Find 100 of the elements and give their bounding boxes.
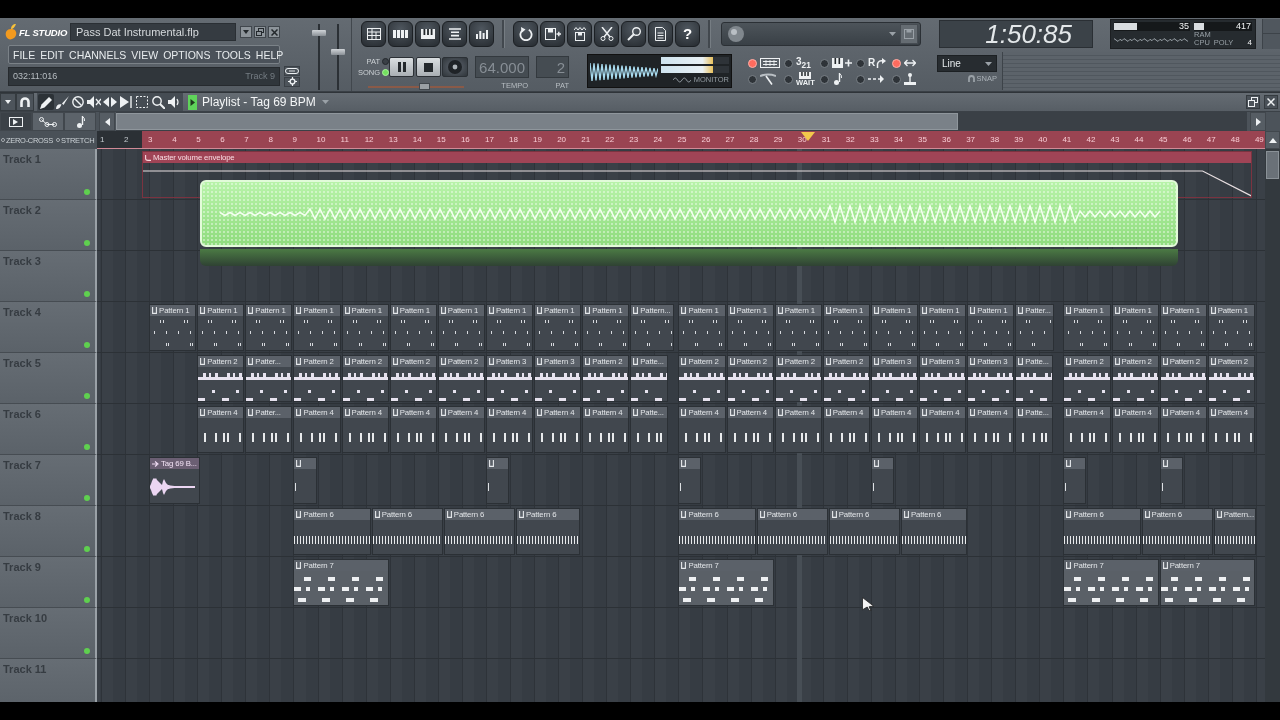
led-icon[interactable] xyxy=(84,189,90,195)
view-tab[interactable] xyxy=(0,112,32,131)
led-icon[interactable] xyxy=(84,291,90,297)
led-icon[interactable] xyxy=(84,495,90,501)
menu-item[interactable]: TOOLS xyxy=(215,48,251,61)
snap-dropdown[interactable]: Line xyxy=(937,55,997,72)
close-button[interactable] xyxy=(268,26,280,38)
bracket-icon xyxy=(1066,460,1072,467)
menu-item[interactable]: EDIT xyxy=(40,48,65,61)
pattern-clip[interactable] xyxy=(1159,457,1183,504)
led-icon[interactable] xyxy=(84,597,90,603)
snap-button[interactable] xyxy=(16,93,34,111)
tool-button[interactable] xyxy=(150,94,166,110)
double-arrow-icon xyxy=(904,59,916,67)
pause-button[interactable] xyxy=(389,57,414,77)
led-icon[interactable] xyxy=(84,240,90,246)
tool-button[interactable] xyxy=(118,94,134,110)
tool-button[interactable] xyxy=(134,94,150,110)
bar-number: 15 xyxy=(436,135,446,144)
tool-button[interactable] xyxy=(70,94,86,110)
bracket-icon xyxy=(200,358,206,365)
toolbar-button[interactable] xyxy=(594,20,619,47)
led-icon[interactable] xyxy=(84,342,90,348)
toolbar-button[interactable] xyxy=(621,20,646,47)
bracket-icon xyxy=(1018,307,1024,314)
bracket-icon xyxy=(1114,409,1120,416)
slider-thumb[interactable] xyxy=(312,30,326,36)
bar-number: 35 xyxy=(918,135,927,144)
toolbar-button[interactable] xyxy=(415,20,440,47)
menu-item[interactable]: FILE xyxy=(13,48,36,61)
tool-button[interactable] xyxy=(102,94,118,110)
menu-button[interactable] xyxy=(0,93,16,111)
bar-number: 10 xyxy=(316,135,326,144)
bracket-icon xyxy=(873,460,879,467)
playlist-grid[interactable] xyxy=(97,149,1265,702)
led-icon[interactable] xyxy=(84,546,90,552)
node-curve-icon xyxy=(39,116,57,127)
scroll-up-button[interactable] xyxy=(1265,131,1280,149)
vertical-scrollbar[interactable] xyxy=(1265,149,1280,702)
menu-item[interactable]: CHANNELS xyxy=(69,48,127,61)
toolbar-button[interactable]: ? xyxy=(675,20,700,47)
magnet-icon xyxy=(20,97,30,107)
toolbar-button[interactable] xyxy=(567,20,592,47)
bracket-icon xyxy=(681,409,687,416)
record-button[interactable] xyxy=(442,57,468,77)
disk-wave-icon xyxy=(573,26,586,41)
stop-button[interactable] xyxy=(416,57,441,77)
joystick-icon xyxy=(904,73,916,85)
toolbar-button[interactable] xyxy=(469,20,494,47)
restore-button[interactable] xyxy=(1246,95,1260,109)
toggle-button[interactable]: 3$_{21}$ xyxy=(784,55,820,71)
pattern-clip[interactable] xyxy=(678,457,702,504)
bracket-icon xyxy=(873,358,879,365)
bracket-icon xyxy=(537,409,543,416)
slider-thumb[interactable] xyxy=(331,49,345,56)
view-tab[interactable] xyxy=(32,112,64,131)
bracket-icon xyxy=(1162,358,1168,365)
bracket-icon xyxy=(777,358,783,365)
minimize-button[interactable] xyxy=(240,26,252,38)
menu-item[interactable]: HELP xyxy=(255,48,284,61)
bracket-icon xyxy=(922,409,928,416)
menu-item[interactable]: OPTIONS xyxy=(163,48,211,61)
led-icon[interactable] xyxy=(84,444,90,450)
settings-button[interactable] xyxy=(284,76,300,87)
dropdown-field[interactable] xyxy=(721,21,921,46)
tool-button[interactable] xyxy=(38,94,54,110)
restore-button[interactable] xyxy=(254,26,266,38)
close-button[interactable] xyxy=(1264,95,1278,109)
bar-number: 49 xyxy=(1254,135,1264,144)
toolbar-button[interactable] xyxy=(442,20,467,47)
led-icon[interactable] xyxy=(84,393,90,399)
scrollbar-thumb[interactable] xyxy=(116,113,958,130)
waveform-drawing xyxy=(150,477,197,497)
pattern-clip[interactable] xyxy=(293,457,317,504)
horizontal-scrollbar[interactable] xyxy=(116,112,1247,131)
pattern-clip[interactable] xyxy=(1063,457,1087,504)
toggle-button[interactable]: R xyxy=(856,55,892,71)
tool-button[interactable] xyxy=(166,94,182,110)
bracket-icon xyxy=(831,511,837,518)
view-tab[interactable] xyxy=(64,112,96,131)
toolbar-button[interactable] xyxy=(648,20,673,47)
led-icon[interactable] xyxy=(84,648,90,654)
tool-button[interactable] xyxy=(86,94,102,110)
scroll-left-button[interactable] xyxy=(99,112,115,131)
toolbar-button[interactable] xyxy=(540,20,565,47)
options-button[interactable] xyxy=(284,65,300,76)
slider-thumb[interactable] xyxy=(419,82,430,90)
pattern-clip[interactable] xyxy=(485,457,509,504)
bar-number: 42 xyxy=(1086,135,1096,144)
pattern-clip[interactable] xyxy=(870,457,894,504)
timeline-ruler[interactable]: 1 2 3 4 5 6 7 8 9 10 11 12 13 14 15 16 17 18 19 20 21 22 23 24 25 26 27 28 29 30 31 32 33 34 35 36 37 38 39 40 41 42 43 44 45 46 47 48 49 xyxy=(97,131,1265,149)
bracket-icon xyxy=(1018,409,1024,416)
side-button[interactable] xyxy=(900,23,918,44)
toolbar-button[interactable] xyxy=(388,20,413,47)
toolbar-button[interactable] xyxy=(361,20,386,47)
scroll-right-button[interactable] xyxy=(1250,112,1266,131)
menu-item[interactable]: VIEW xyxy=(131,48,159,61)
up-arrow-icon xyxy=(1268,137,1277,143)
scrollbar-thumb[interactable] xyxy=(1266,151,1279,179)
toolbar-button[interactable] xyxy=(513,20,538,47)
